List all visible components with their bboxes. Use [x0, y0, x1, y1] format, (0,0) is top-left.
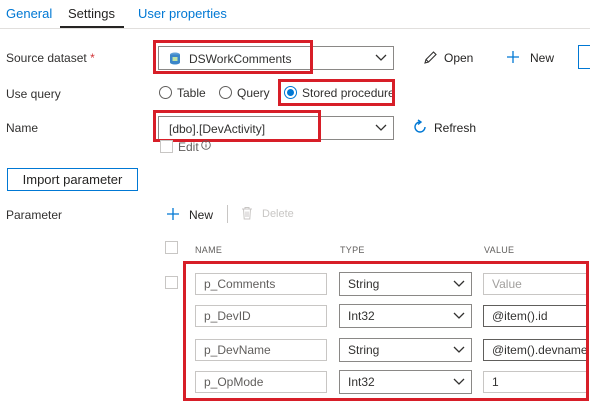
open-dataset-link[interactable]: Open: [444, 51, 473, 65]
radio-table-label: Table: [177, 86, 206, 100]
chevron-down-icon: [375, 54, 387, 61]
parameter-label: Parameter: [6, 208, 63, 222]
source-dataset-label: Source dataset *: [6, 51, 95, 65]
trash-icon: [242, 207, 252, 220]
row-checkbox[interactable]: [165, 276, 178, 289]
highlight-stored-procedure: [278, 79, 395, 106]
column-header-value: VALUE: [484, 245, 515, 255]
tab-user-properties[interactable]: User properties: [138, 6, 227, 21]
column-header-type: TYPE: [340, 245, 365, 255]
delete-parameter-link: Delete: [262, 208, 294, 220]
required-mark: *: [90, 51, 95, 65]
plus-icon[interactable]: [506, 50, 520, 64]
highlight-stored-procedure-name: [153, 110, 321, 142]
refresh-icon[interactable]: [412, 119, 428, 135]
toolbar-separator: [227, 205, 228, 223]
highlight-parameter-rows: [183, 261, 589, 401]
chevron-down-icon: [375, 124, 387, 131]
highlight-source-dataset: [153, 40, 313, 74]
edit-checkbox[interactable]: [160, 140, 173, 153]
column-header-name: NAME: [195, 245, 223, 255]
tab-general[interactable]: General: [6, 6, 52, 21]
select-all-checkbox[interactable]: [165, 241, 178, 254]
pencil-icon[interactable]: [423, 50, 438, 65]
new-parameter-link[interactable]: New: [189, 208, 213, 222]
info-icon: [201, 140, 211, 150]
new-dataset-link[interactable]: New: [530, 51, 554, 65]
use-query-label: Use query: [6, 87, 61, 101]
import-parameter-button[interactable]: Import parameter: [7, 168, 138, 191]
edit-label: Edit: [178, 140, 199, 154]
tab-settings[interactable]: Settings: [68, 6, 115, 21]
refresh-link[interactable]: Refresh: [434, 121, 476, 135]
radio-query-label: Query: [237, 86, 270, 100]
more-button[interactable]: [578, 45, 590, 69]
name-label: Name: [6, 121, 39, 135]
tabs-divider: [0, 28, 590, 29]
radio-table[interactable]: [159, 86, 172, 99]
plus-icon[interactable]: [166, 207, 180, 221]
radio-query[interactable]: [219, 86, 232, 99]
